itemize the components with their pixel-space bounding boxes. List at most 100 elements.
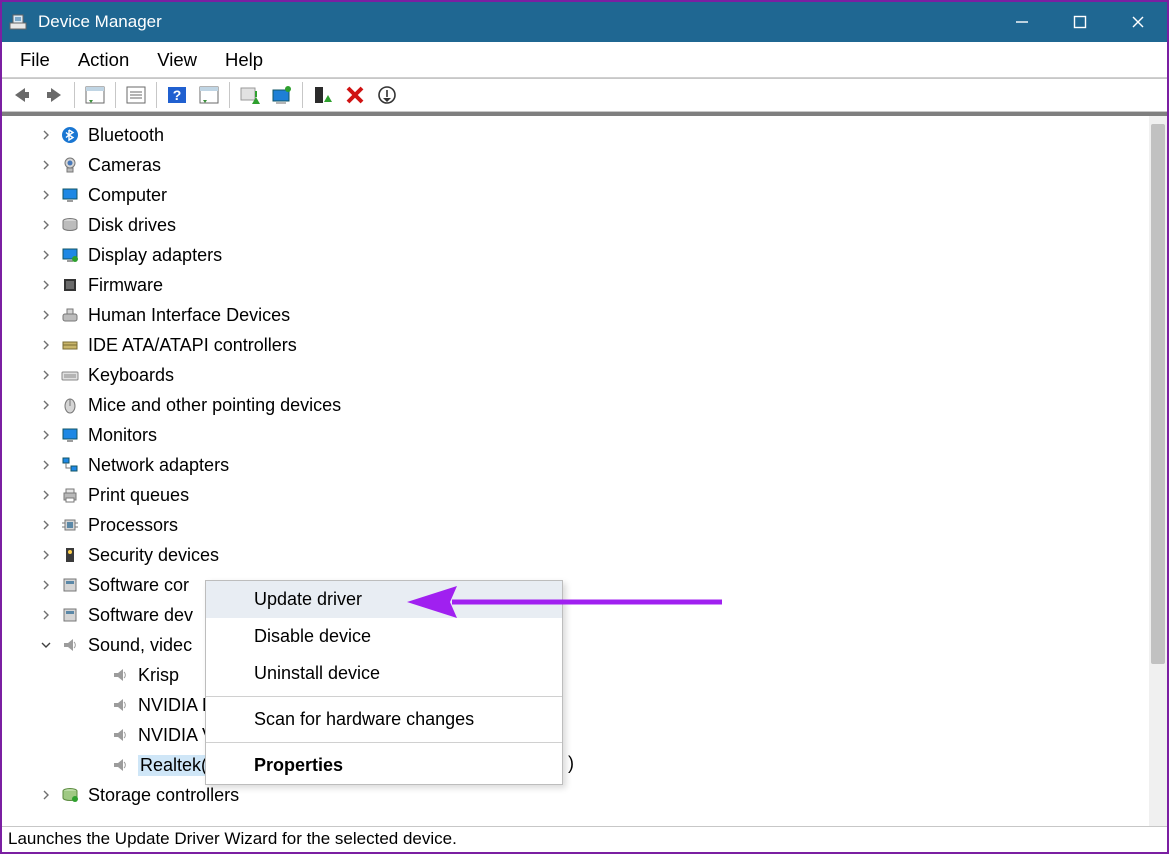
expander-icon[interactable] xyxy=(38,577,54,593)
tree-leaf-label: NVIDIA H xyxy=(138,695,215,716)
expander-icon[interactable] xyxy=(38,217,54,233)
tree-leaf-label: Krisp xyxy=(138,665,179,686)
tree-node-network-adapters[interactable]: Network adapters xyxy=(2,450,1149,480)
tree-node-cameras[interactable]: Cameras xyxy=(2,150,1149,180)
software-icon xyxy=(60,575,80,595)
sound-icon xyxy=(60,635,80,655)
tree-node-software-dev[interactable]: Software dev xyxy=(2,600,1149,630)
tree-node-label: Software dev xyxy=(88,605,193,626)
expander-icon[interactable] xyxy=(38,547,54,563)
tree-node-sound-videc[interactable]: Sound, videc xyxy=(2,630,1149,660)
uninstall-icon[interactable] xyxy=(339,81,371,109)
toolbar-separator xyxy=(115,82,116,108)
svg-text:?: ? xyxy=(173,87,182,103)
tree-node-keyboards[interactable]: Keyboards xyxy=(2,360,1149,390)
sound-icon xyxy=(110,695,130,715)
tree-node-label: Bluetooth xyxy=(88,125,164,146)
window-title: Device Manager xyxy=(38,12,162,32)
back-icon[interactable] xyxy=(6,81,38,109)
ide-icon xyxy=(60,335,80,355)
tree-node-processors[interactable]: Processors xyxy=(2,510,1149,540)
context-menu-separator xyxy=(206,696,562,697)
expander-icon[interactable] xyxy=(38,487,54,503)
context-menu-update-driver[interactable]: Update driver xyxy=(206,581,562,618)
toolbar-separator xyxy=(229,82,230,108)
expander-icon[interactable] xyxy=(38,307,54,323)
tree-node-display-adapters[interactable]: Display adapters xyxy=(2,240,1149,270)
statusbar: Launches the Update Driver Wizard for th… xyxy=(2,826,1167,852)
tree-node-human-interface-devices[interactable]: Human Interface Devices xyxy=(2,300,1149,330)
device-tree[interactable]: Bluetooth CamerasComputer Disk drives Displ… xyxy=(2,116,1149,826)
tree-node-monitors[interactable]: Monitors xyxy=(2,420,1149,450)
app-icon xyxy=(8,12,28,32)
software-icon xyxy=(60,605,80,625)
camera-icon xyxy=(60,155,80,175)
maximize-button[interactable] xyxy=(1051,2,1109,42)
update-driver-icon[interactable] xyxy=(234,81,266,109)
expander-icon[interactable] xyxy=(38,127,54,143)
scrollbar-thumb[interactable] xyxy=(1151,124,1165,664)
mouse-icon xyxy=(60,395,80,415)
tree-node-computer[interactable]: Computer xyxy=(2,180,1149,210)
tree-leaf-label: NVIDIA V xyxy=(138,725,214,746)
processor-icon xyxy=(60,515,80,535)
tree-node-label: Software cor xyxy=(88,575,189,596)
network-icon xyxy=(60,455,80,475)
vertical-scrollbar[interactable] xyxy=(1149,116,1167,826)
close-button[interactable] xyxy=(1109,2,1167,42)
tree-node-print-queues[interactable]: Print queues xyxy=(2,480,1149,510)
toolbar-separator xyxy=(302,82,303,108)
expander-icon[interactable] xyxy=(38,637,54,653)
menu-action[interactable]: Action xyxy=(66,45,141,75)
expander-icon[interactable] xyxy=(38,427,54,443)
tree-leaf-nvidia-h[interactable]: NVIDIA H xyxy=(2,690,1149,720)
tree-leaf-nvidia-v[interactable]: NVIDIA V xyxy=(2,720,1149,750)
context-menu-properties[interactable]: Properties xyxy=(206,747,562,784)
minimize-button[interactable] xyxy=(993,2,1051,42)
forward-icon[interactable] xyxy=(38,81,70,109)
sound-icon xyxy=(110,755,130,775)
tree-leaf-krisp[interactable]: Krisp xyxy=(2,660,1149,690)
context-menu-scan-for-hardware-changes[interactable]: Scan for hardware changes xyxy=(206,701,562,738)
tree-node-software-cor[interactable]: Software cor xyxy=(2,570,1149,600)
tree-node-storage-controllers[interactable]: Storage controllers xyxy=(2,780,1149,810)
context-menu-uninstall-device[interactable]: Uninstall device xyxy=(206,655,562,692)
properties-icon[interactable] xyxy=(120,81,152,109)
printer-icon xyxy=(60,485,80,505)
tree-node-label: Disk drives xyxy=(88,215,176,236)
show-hidden-icon[interactable] xyxy=(79,81,111,109)
expander-icon[interactable] xyxy=(38,517,54,533)
toolbar-separator xyxy=(156,82,157,108)
show-hidden2-icon[interactable] xyxy=(193,81,225,109)
disable-device-icon[interactable] xyxy=(371,81,403,109)
hidden-paren: ) xyxy=(568,753,574,774)
expander-icon[interactable] xyxy=(38,607,54,623)
tree-node-label: Processors xyxy=(88,515,178,536)
titlebar: Device Manager xyxy=(2,2,1167,42)
context-menu-disable-device[interactable]: Disable device xyxy=(206,618,562,655)
enable-device-icon[interactable] xyxy=(307,81,339,109)
tree-node-firmware[interactable]: Firmware xyxy=(2,270,1149,300)
expander-icon[interactable] xyxy=(38,367,54,383)
menubar: FileActionViewHelp xyxy=(2,42,1167,78)
expander-icon[interactable] xyxy=(38,337,54,353)
menu-view[interactable]: View xyxy=(145,45,209,75)
menu-file[interactable]: File xyxy=(8,45,62,75)
tree-node-bluetooth[interactable]: Bluetooth xyxy=(2,120,1149,150)
menu-help[interactable]: Help xyxy=(213,45,275,75)
expander-icon[interactable] xyxy=(38,397,54,413)
expander-icon[interactable] xyxy=(38,457,54,473)
tree-node-mice-and-other-pointing-devices[interactable]: Mice and other pointing devices xyxy=(2,390,1149,420)
expander-icon[interactable] xyxy=(38,247,54,263)
expander-icon[interactable] xyxy=(38,157,54,173)
expander-icon[interactable] xyxy=(38,187,54,203)
tree-node-ide-ata-atapi-controllers[interactable]: IDE ATA/ATAPI controllers xyxy=(2,330,1149,360)
help-icon[interactable]: ? xyxy=(161,81,193,109)
expander-icon[interactable] xyxy=(38,277,54,293)
scan-hardware-icon[interactable] xyxy=(266,81,298,109)
expander-icon[interactable] xyxy=(38,787,54,803)
tree-node-security-devices[interactable]: Security devices xyxy=(2,540,1149,570)
tree-node-disk-drives[interactable]: Disk drives xyxy=(2,210,1149,240)
firmware-icon xyxy=(60,275,80,295)
tree-leaf-realtek-r-audio[interactable]: Realtek(R) Audio xyxy=(2,750,1149,780)
